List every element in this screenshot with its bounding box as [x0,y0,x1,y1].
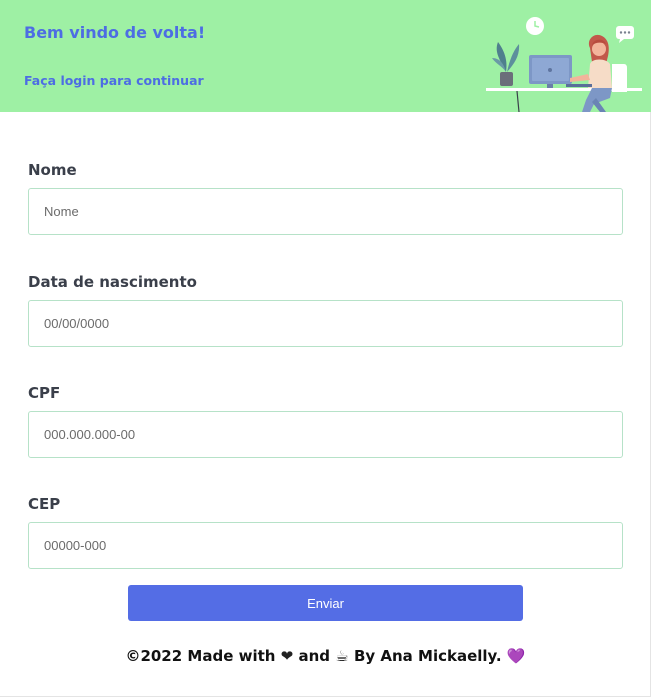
footer-and: and [298,647,331,665]
person-at-desk-illustration [486,17,642,112]
clock-icon [526,17,544,35]
submit-button[interactable]: Enviar [128,585,523,621]
name-label: Nome [28,161,77,179]
header-banner: Bem vindo de volta! Faça login para cont… [0,0,651,112]
footer-prefix: ©2022 Made with [125,647,276,665]
form-card: Bem vindo de volta! Faça login para cont… [0,0,651,697]
coffee-icon: ☕ [335,647,349,665]
footer-author: By Ana Mickaelly. [353,647,502,665]
heart-icon: ❤ [280,647,294,665]
purple-heart-icon: 💜 [506,647,526,665]
chat-bubble-icon [616,26,634,43]
footer-credit: ©2022 Made with ❤ and ☕ By Ana Mickaelly… [0,647,651,665]
welcome-title: Bem vindo de volta! [24,23,206,42]
birthdate-input[interactable] [28,300,623,347]
birthdate-label: Data de nascimento [28,273,197,291]
person-figure [566,34,612,112]
cpf-input[interactable] [28,411,623,458]
plant-icon [492,42,520,86]
name-input[interactable] [28,188,623,235]
login-subtitle: Faça login para continuar [24,73,204,88]
cep-label: CEP [28,495,61,513]
cpf-label: CPF [28,384,61,402]
cep-input[interactable] [28,522,623,569]
